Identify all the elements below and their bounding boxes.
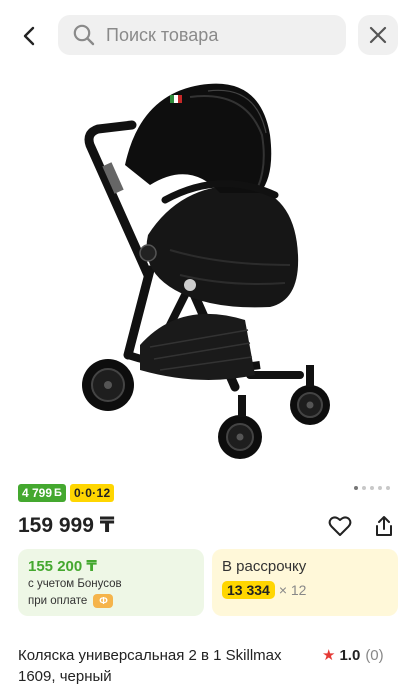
carousel-dot [386, 486, 390, 490]
installment-card[interactable]: В рассрочку 13 334 × 12 [212, 549, 398, 616]
carousel-dot [370, 486, 374, 490]
search-field[interactable] [58, 15, 346, 55]
image-carousel-dots[interactable] [354, 486, 390, 490]
price-row: 159 999 ₸ [18, 508, 398, 544]
bonus-price-card[interactable]: 155 200 ₸ с учетом Бонусов при оплате Ф [18, 549, 204, 616]
installment-amount: 13 334 [222, 581, 275, 599]
carousel-dot [362, 486, 366, 490]
installment-multiplier: × 12 [278, 582, 307, 598]
product-title: Коляска универсальная 2 в 1 Skillmax 160… [18, 647, 282, 685]
front-wheel-left [218, 395, 262, 459]
bonus-note-line2: при оплате Ф [28, 594, 194, 609]
installment-row: 13 334 × 12 [222, 581, 388, 599]
favorite-button[interactable] [326, 512, 354, 540]
back-button[interactable] [14, 20, 46, 52]
bonus-badge-amount: 4 799 [22, 486, 53, 500]
chevron-left-icon [23, 26, 35, 46]
bonus-badge: 4 799 Б [18, 484, 66, 502]
review-count: (0) [365, 646, 384, 664]
product-image[interactable] [70, 75, 346, 475]
bonus-note-line1: с учетом Бонусов [28, 578, 122, 590]
top-bar [0, 0, 416, 70]
share-icon [376, 516, 392, 536]
bonus-currency-icon: Б [54, 487, 62, 499]
share-button[interactable] [370, 512, 398, 540]
star-icon: ★ [322, 647, 336, 664]
carousel-dot [378, 486, 382, 490]
heart-icon [328, 516, 352, 536]
promo-badges: 4 799 Б 0·0·12 [18, 484, 115, 502]
product-rating[interactable]: ★ 1.0 (0) [322, 646, 384, 665]
bonus-note-text: при оплате [28, 595, 88, 608]
carousel-dot [354, 486, 358, 490]
rating-value: 1.0 [339, 646, 361, 664]
search-icon [72, 23, 96, 47]
payment-coin-icon: Ф [93, 594, 114, 608]
installment-title: В рассрочку [222, 558, 307, 575]
search-input[interactable] [106, 24, 326, 46]
stroller-image [82, 83, 330, 459]
close-button[interactable] [358, 15, 398, 55]
bonus-price: 155 200 ₸ [28, 558, 97, 575]
installment-badge: 0·0·12 [69, 484, 115, 502]
close-icon [369, 26, 387, 44]
rear-wheel [82, 359, 134, 411]
